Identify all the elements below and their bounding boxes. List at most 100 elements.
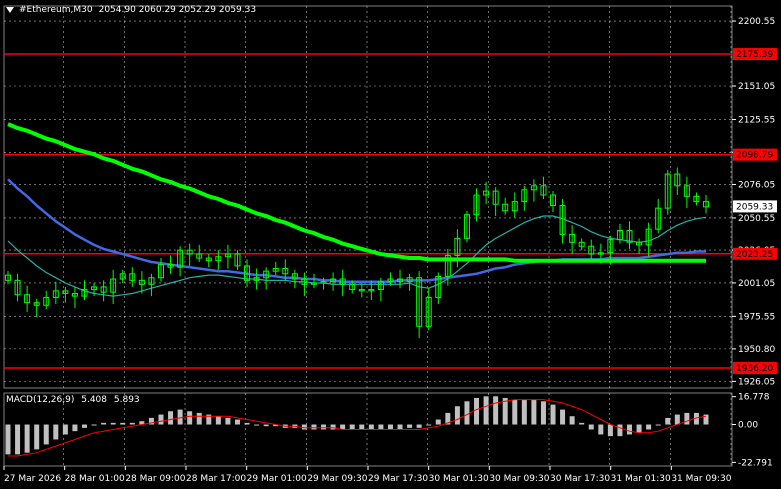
macd-histogram-bar	[321, 424, 327, 430]
macd-histogram-bar	[598, 424, 604, 435]
macd-histogram-bar	[588, 424, 594, 430]
macd-axis-label: 16.778	[738, 393, 770, 403]
price-axis-label: 2001.05	[738, 279, 775, 289]
macd-histogram-bar	[397, 424, 403, 430]
macd-histogram-bar	[120, 422, 126, 425]
macd-histogram-bar	[225, 417, 231, 425]
time-axis-label: 29 Mar 01:00	[247, 474, 307, 484]
time-axis-label: 30 Mar 01:30	[429, 474, 489, 484]
macd-histogram-bar	[512, 399, 518, 425]
macd-histogram-bar	[378, 424, 384, 430]
time-axis-label: 28 Mar 01:00	[65, 474, 125, 484]
time-axis-label: 30 Mar 09:30	[489, 474, 549, 484]
time-axis-label: 28 Mar 17:00	[186, 474, 246, 484]
macd-histogram-bar	[15, 424, 21, 455]
macd-histogram-bar	[426, 424, 432, 426]
macd-histogram-bar	[311, 424, 317, 430]
macd-histogram-bar	[244, 422, 250, 425]
macd-histogram-bar	[129, 422, 135, 425]
time-axis-label: 29 Mar 09:30	[307, 474, 367, 484]
macd-histogram-bar	[493, 396, 499, 425]
price-chart[interactable]: 2200.552125.552100.552076.052050.552001.…	[0, 0, 781, 489]
macd-histogram-bar	[560, 409, 566, 425]
macd-histogram-bar	[81, 424, 87, 428]
macd-histogram-bar	[607, 424, 613, 437]
macd-header: MACD(12,26,9) 5.408 5.893	[6, 395, 144, 405]
macd-histogram-bar	[646, 424, 652, 430]
macd-histogram-bar	[387, 424, 393, 430]
price-axis-label: 2050.55	[738, 214, 775, 224]
price-axis-label: 1950.80	[738, 345, 775, 355]
macd-histogram-bar	[627, 424, 633, 435]
macd-histogram-bar	[569, 416, 575, 425]
macd-histogram-bar	[665, 417, 671, 425]
price-pane-frame	[3, 5, 733, 389]
macd-histogram-bar	[349, 424, 355, 430]
macd-histogram-bar	[24, 424, 30, 453]
ohlc-high: 2060.29	[138, 5, 176, 15]
macd-histogram-bar	[254, 424, 260, 426]
macd-axis-label: -22.791	[738, 458, 773, 468]
price-axis-label: 2200.55	[738, 17, 775, 27]
price-level-label: 2175.39	[736, 50, 773, 60]
time-axis-label: 31 Mar 01:30	[611, 474, 671, 484]
macd-histogram-bar	[196, 412, 202, 425]
current-price-label: 2059.33	[736, 202, 773, 212]
macd-histogram-bar	[263, 424, 269, 427]
price-axis-label: 2125.55	[738, 115, 775, 125]
ohlc-close: 2059.33	[218, 5, 257, 15]
macd-histogram-bar	[110, 422, 116, 425]
macd-histogram-bar	[617, 424, 623, 437]
macd-histogram-bar	[91, 424, 97, 426]
macd-histogram-bar	[684, 412, 690, 425]
time-axis-label: 30 Mar 17:30	[550, 474, 610, 484]
macd-histogram-bar	[177, 409, 183, 425]
macd-histogram-bar	[540, 401, 546, 425]
ma-mid-line	[7, 178, 706, 283]
macd-histogram-bar	[234, 419, 240, 425]
price-axis-label: 1975.55	[738, 312, 775, 322]
ohlc-open: 2054.90	[98, 5, 136, 15]
macd-histogram-bar	[531, 399, 537, 425]
macd-histogram-bar	[474, 397, 480, 425]
time-axis-label: 28 Mar 09:00	[125, 474, 185, 484]
macd-axis-label: 0.00	[738, 421, 758, 431]
macd-histogram-bar	[43, 424, 49, 445]
macd-histogram-bar	[330, 424, 336, 430]
ma-slow-line	[7, 122, 706, 263]
macd-histogram-bar	[416, 424, 422, 428]
time-axis-label: 29 Mar 17:30	[368, 474, 428, 484]
price-axis-label: 1926.05	[738, 377, 775, 387]
macd-title: MACD(12,26,9)	[6, 395, 75, 405]
macd-histogram-bar	[435, 419, 441, 425]
macd-histogram-bar	[655, 424, 661, 426]
macd-histogram-bar	[579, 422, 585, 425]
macd-histogram-bar	[168, 411, 174, 425]
symbol-label: #Ethereum,M30	[19, 5, 93, 15]
macd-histogram-bar	[187, 411, 193, 425]
macd-histogram-bar	[215, 416, 221, 425]
price-level-label: 1936.20	[736, 364, 773, 374]
price-axis-label: 2076.05	[738, 180, 775, 190]
time-axis-label: 27 Mar 2026	[4, 474, 61, 484]
macd-histogram-bar	[521, 399, 527, 425]
time-axis-label: 31 Mar 09:30	[671, 474, 731, 484]
macd-histogram-bar	[368, 424, 374, 430]
macd-histogram-bar	[359, 424, 365, 430]
price-axis-label: 2151.05	[738, 82, 775, 92]
macd-histogram-bar	[483, 396, 489, 425]
macd-histogram-bar	[454, 406, 460, 425]
macd-histogram-bar	[550, 404, 556, 425]
macd-value-main: 5.408	[81, 395, 107, 405]
macd-value-signal: 5.893	[113, 395, 140, 405]
price-level-label: 2098.79	[736, 151, 773, 161]
macd-histogram-bar	[72, 424, 78, 432]
macd-histogram-bar	[407, 424, 413, 428]
dropdown-triangle-icon[interactable]	[6, 7, 14, 13]
macd-histogram-bar	[464, 401, 470, 425]
macd-histogram-bar	[62, 424, 68, 435]
chart-header: #Ethereum,M30 2054.90 2060.29 2052.29 20…	[6, 2, 256, 18]
macd-histogram-bar	[158, 414, 164, 425]
macd-histogram-bar	[5, 424, 11, 455]
macd-histogram-bar	[34, 424, 40, 450]
